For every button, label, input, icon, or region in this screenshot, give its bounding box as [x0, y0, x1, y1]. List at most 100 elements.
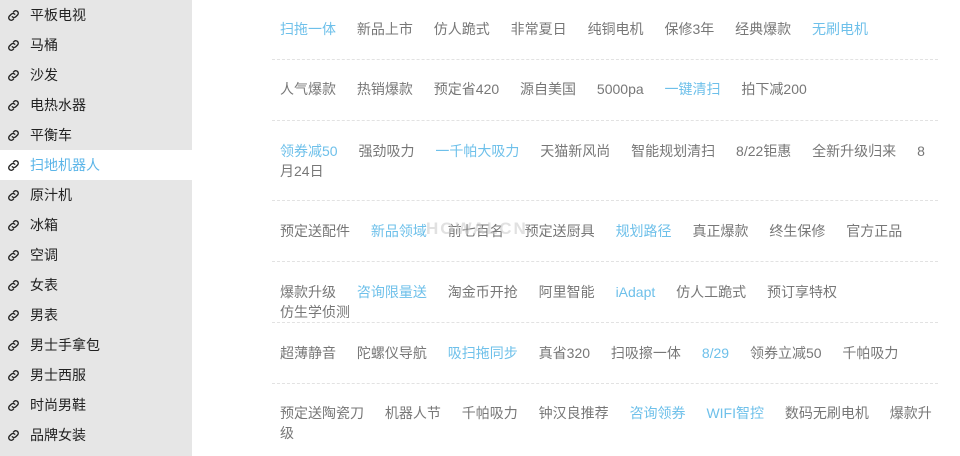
tag-link[interactable]: 吸扫拖同步 — [448, 345, 518, 361]
link-icon — [4, 6, 22, 24]
tag-link[interactable]: 人气爆款 — [280, 81, 336, 97]
tag-link[interactable]: 领券减50 — [280, 143, 338, 159]
tag-link[interactable]: 无刷电机 — [812, 21, 868, 37]
tag-link[interactable]: 千帕吸力 — [462, 405, 518, 421]
tag-link[interactable]: 咨询限量送 — [357, 284, 427, 300]
tag-link[interactable]: 千帕吸力 — [842, 345, 898, 361]
tag-link[interactable]: WIFI智控 — [706, 405, 764, 421]
sidebar-item[interactable]: 男表 — [0, 300, 192, 330]
sidebar-item[interactable]: 男士手拿包 — [0, 330, 192, 360]
tag-row: 预定送配件 新品领域 前七百名 预定送厨具 规划路径 真正爆款 终生保修 官方正… — [272, 201, 938, 262]
link-icon — [4, 336, 22, 354]
sidebar-item[interactable]: 原汁机 — [0, 180, 192, 210]
link-icon — [4, 126, 22, 144]
tag-link[interactable]: 热销爆款 — [357, 81, 413, 97]
tag-link[interactable]: 预定省420 — [434, 81, 499, 97]
link-icon — [4, 96, 22, 114]
sidebar-item-label: 马桶 — [30, 37, 58, 53]
tag-link[interactable]: 经典爆款 — [735, 21, 791, 37]
sidebar-item[interactable]: 空调 — [0, 240, 192, 270]
tag-row: 人气爆款 热销爆款 预定省420 源自美国 5000pa 一键清扫 拍下减200 — [272, 60, 938, 121]
sidebar-item-label: 男士西服 — [30, 367, 86, 383]
sidebar-item-label: 原汁机 — [30, 187, 72, 203]
tag-row: 爆款升级 咨询限量送 淘金币开抢 阿里智能 iAdapt 仿人工跪式 预订享特权… — [272, 262, 938, 323]
link-icon — [4, 156, 22, 174]
link-icon — [4, 246, 22, 264]
tag-link[interactable]: 一千帕大吸力 — [435, 143, 519, 159]
tag-link[interactable]: 数码无刷电机 — [785, 405, 869, 421]
sidebar-item[interactable]: 男士西服 — [0, 360, 192, 390]
sidebar-item[interactable]: 女表 — [0, 270, 192, 300]
tag-link[interactable]: 领券立减50 — [750, 345, 822, 361]
tag-link[interactable]: 非常夏日 — [511, 21, 567, 37]
tag-row: 超薄静音 陀螺仪导航 吸扫拖同步 真省320 扫吸擦一体 8/29 领券立减50… — [272, 323, 938, 384]
tag-link[interactable]: 预定送厨具 — [525, 223, 595, 239]
link-icon — [4, 426, 22, 444]
tag-link[interactable]: 全新升级归来 — [812, 143, 896, 159]
tag-link[interactable]: 拍下减200 — [741, 81, 806, 97]
tag-link[interactable]: 强劲吸力 — [358, 143, 414, 159]
tag-link[interactable]: 新品领域 — [371, 223, 427, 239]
sidebar-item[interactable]: 沙发 — [0, 60, 192, 90]
sidebar-item[interactable]: 平板电视 — [0, 0, 192, 30]
tag-link[interactable]: 陀螺仪导航 — [357, 345, 427, 361]
tag-link[interactable]: 规划路径 — [616, 223, 672, 239]
sidebar-item-label: 电热水器 — [30, 97, 86, 113]
tag-link[interactable]: 扫吸擦一体 — [611, 345, 681, 361]
tag-link[interactable]: 官方正品 — [846, 223, 902, 239]
tag-link[interactable]: 淘金币开抢 — [448, 284, 518, 300]
tag-row: 领券减50 强劲吸力 一千帕大吸力 天猫新风尚 智能规划清扫 8/22钜惠 全新… — [272, 121, 938, 201]
sidebar-item[interactable]: 扫地机器人 — [0, 150, 192, 180]
tag-link[interactable]: 天猫新风尚 — [540, 143, 610, 159]
sidebar-item-label: 空调 — [30, 247, 58, 263]
tag-link[interactable]: 机器人节 — [385, 405, 441, 421]
tag-link[interactable]: 超薄静音 — [280, 345, 336, 361]
tag-link[interactable]: 5000pa — [597, 81, 644, 97]
tag-link[interactable]: 真正爆款 — [692, 223, 748, 239]
tag-link[interactable]: 真省320 — [539, 345, 590, 361]
tag-link[interactable]: 纯铜电机 — [588, 21, 644, 37]
tag-link[interactable]: 源自美国 — [520, 81, 576, 97]
category-sidebar: 平板电视马桶沙发电热水器平衡车扫地机器人原汁机冰箱空调女表男表男士手拿包男士西服… — [0, 0, 192, 456]
link-icon — [4, 366, 22, 384]
sidebar-item-label: 男表 — [30, 307, 58, 323]
tag-link[interactable]: 爆款升级 — [280, 284, 336, 300]
sidebar-item-label: 品牌女装 — [30, 427, 86, 443]
tag-link[interactable]: 预订享特权 — [767, 284, 837, 300]
tag-link[interactable]: 保修3年 — [664, 21, 714, 37]
sidebar-item-label: 平衡车 — [30, 127, 72, 143]
tag-link[interactable]: 扫拖一体 — [280, 21, 336, 37]
tag-link[interactable]: 前七百名 — [448, 223, 504, 239]
tag-link[interactable]: 一键清扫 — [665, 81, 721, 97]
tag-link[interactable]: 新品上市 — [357, 21, 413, 37]
tag-link[interactable]: 阿里智能 — [539, 284, 595, 300]
sidebar-item-label: 时尚男鞋 — [30, 397, 86, 413]
tag-link[interactable]: 仿人工跪式 — [676, 284, 746, 300]
tag-row: 扫拖一体 新品上市 仿人跪式 非常夏日 纯铜电机 保修3年 经典爆款 无刷电机 — [272, 0, 938, 60]
link-icon — [4, 186, 22, 204]
tag-link[interactable]: 仿人跪式 — [434, 21, 490, 37]
tag-link[interactable]: 8/22钜惠 — [736, 143, 791, 159]
tag-link[interactable]: 预定送配件 — [280, 223, 350, 239]
tag-cloud: 扫拖一体 新品上市 仿人跪式 非常夏日 纯铜电机 保修3年 经典爆款 无刷电机 … — [272, 0, 938, 456]
tag-link[interactable]: 咨询领券 — [630, 405, 686, 421]
tag-link[interactable]: 8/29 — [702, 345, 729, 361]
tag-link[interactable]: 仿生学侦测 — [280, 304, 350, 320]
sidebar-item[interactable]: 时尚男鞋 — [0, 390, 192, 420]
tag-row: 预定送陶瓷刀 机器人节 千帕吸力 钟汉良推荐 咨询领券 WIFI智控 数码无刷电… — [272, 384, 938, 456]
sidebar-item-label: 男士手拿包 — [30, 337, 100, 353]
tag-link[interactable]: 终生保修 — [769, 223, 825, 239]
sidebar-item-label: 扫地机器人 — [30, 157, 100, 173]
tag-link[interactable]: 预定送陶瓷刀 — [280, 405, 364, 421]
link-icon — [4, 66, 22, 84]
sidebar-item[interactable]: 电热水器 — [0, 90, 192, 120]
sidebar-item[interactable]: 平衡车 — [0, 120, 192, 150]
sidebar-item-label: 冰箱 — [30, 217, 58, 233]
link-icon — [4, 306, 22, 324]
tag-link[interactable]: 智能规划清扫 — [631, 143, 715, 159]
tag-link[interactable]: iAdapt — [616, 284, 656, 300]
sidebar-item[interactable]: 冰箱 — [0, 210, 192, 240]
sidebar-item[interactable]: 品牌女装 — [0, 420, 192, 450]
sidebar-item[interactable]: 马桶 — [0, 30, 192, 60]
tag-link[interactable]: 钟汉良推荐 — [539, 405, 609, 421]
